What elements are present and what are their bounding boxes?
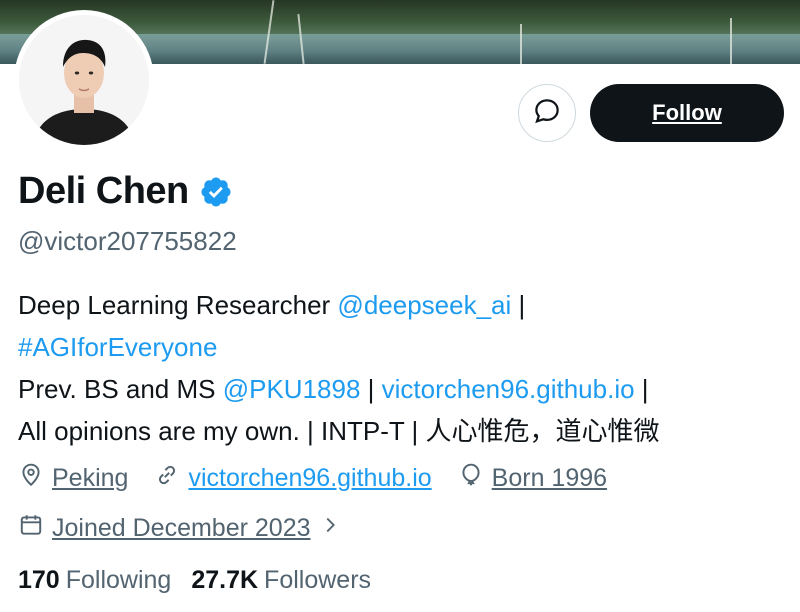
bio-text: | <box>360 374 382 404</box>
profile-handle: @victor207755822 <box>18 226 237 256</box>
meta-website[interactable]: victorchen96.github.io <box>154 462 432 495</box>
calendar-icon <box>18 512 52 545</box>
avatar-photo <box>19 15 149 145</box>
meta-joined: Joined December 2023 <box>18 512 349 545</box>
chevron-right-icon[interactable] <box>319 514 349 543</box>
bio-text: | <box>634 374 649 404</box>
profile-name: Deli Chen <box>18 170 189 212</box>
profile-joined-row: Joined December 2023 <box>18 512 375 545</box>
avatar[interactable] <box>14 10 154 150</box>
joined-text: Joined December 2023 <box>52 514 311 542</box>
mention-link[interactable]: @PKU1898 <box>223 374 361 404</box>
bio-line: All opinions are my own. | INTP-T | 人心惟危… <box>18 410 788 452</box>
profile-name-row: Deli Chen <box>18 170 233 213</box>
meta-birthday: Born 1996 <box>458 462 607 495</box>
follow-button[interactable]: Follow <box>590 84 784 142</box>
website-link[interactable]: victorchen96.github.io <box>188 464 431 493</box>
followers-label[interactable]: Followers <box>264 566 371 595</box>
following-count[interactable]: 170 <box>18 566 60 595</box>
hashtag-link[interactable]: #AGIforEveryone <box>18 332 217 362</box>
profile-bio: Deep Learning Researcher @deepseek_ai | … <box>18 284 788 452</box>
bio-line: #AGIforEveryone <box>18 326 788 368</box>
followers-count[interactable]: 27.7K <box>191 566 258 595</box>
mention-link[interactable]: @deepseek_ai <box>337 290 511 320</box>
profile-meta-row: Peking victorchen96.github.io Born 1996 <box>18 462 633 495</box>
profile-stats: 170 Following 27.7K Followers <box>18 566 391 595</box>
verified-badge-icon[interactable] <box>199 175 233 209</box>
location-pin-icon <box>18 462 52 495</box>
meta-location: Peking <box>18 462 128 495</box>
message-button[interactable] <box>518 84 576 142</box>
banner-reed <box>520 24 522 64</box>
bio-text: All opinions are my own. | INTP-T | 人心惟危… <box>18 416 660 446</box>
following-label[interactable]: Following <box>66 566 172 595</box>
birthday-text: Born 1996 <box>491 464 608 492</box>
banner-reed <box>730 18 732 64</box>
link-icon <box>154 462 188 495</box>
bio-text: | <box>511 290 526 320</box>
balloon-icon <box>458 462 492 495</box>
location-text: Peking <box>52 464 129 492</box>
website-link[interactable]: victorchen96.github.io <box>382 374 635 404</box>
bio-line: Deep Learning Researcher @deepseek_ai | <box>18 284 788 326</box>
bio-text: Prev. BS and MS <box>18 374 223 404</box>
bio-line: Prev. BS and MS @PKU1898 | victorchen96.… <box>18 368 788 410</box>
bio-text: Deep Learning Researcher <box>18 290 338 320</box>
message-icon <box>532 96 562 131</box>
